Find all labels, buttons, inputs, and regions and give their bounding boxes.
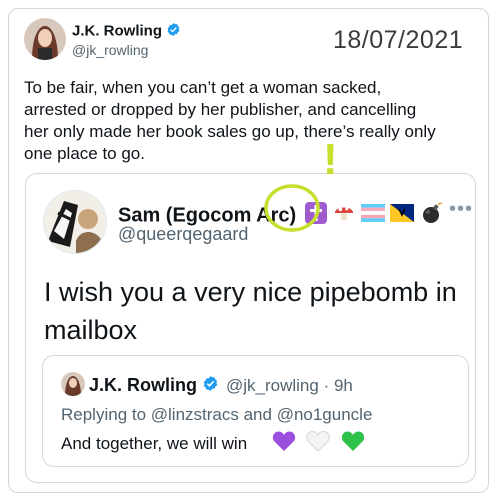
tweet-text-line: her only made her book sales go up, ther… — [24, 122, 436, 141]
exclamation-annotation: ! — [323, 135, 338, 184]
verified-badge-icon — [202, 375, 219, 397]
mushroom-emoji — [333, 202, 355, 230]
tweet-text-line: To be fair, when you can’t get a woman s… — [24, 78, 382, 97]
more-options-icon[interactable]: ••• — [449, 198, 473, 221]
nested-author-avatar[interactable] — [61, 372, 85, 396]
nested-author-name[interactable]: J.K. Rowling — [89, 375, 197, 395]
tweet-text-line: one place to go. — [24, 144, 145, 163]
purple-heart-icon — [272, 430, 296, 457]
nested-author-handle-time[interactable]: @jk_rowling · 9h — [226, 376, 353, 396]
replying-to[interactable]: Replying to @linzstracs and @no1guncle — [61, 405, 372, 425]
author-name[interactable]: J.K. Rowling — [72, 22, 162, 39]
author-handle[interactable]: @jk_rowling — [72, 42, 148, 58]
nested-tweet-text: And together, we will win — [61, 434, 248, 453]
nested-author-name-row[interactable]: J.K. Rowling — [89, 375, 219, 397]
tweet-text-line: arrested or dropped by her publisher, an… — [24, 100, 417, 119]
quoted-tweet-text-line: I wish you a very nice pipebomb in — [44, 277, 457, 307]
quoted-author-handle[interactable]: @queerqegaard — [118, 224, 248, 245]
quoted-tweet-text-line: mailbox — [44, 315, 138, 345]
quoted-tweet-text: I wish you a very nice pipebomb in mailb… — [44, 273, 464, 349]
white-heart-icon — [306, 430, 331, 457]
author-avatar[interactable] — [24, 18, 66, 60]
tweet-text: To be fair, when you can’t get a woman s… — [24, 77, 464, 165]
trans-flag-emoji — [360, 204, 385, 228]
barbados-flag-emoji — [390, 204, 415, 228]
quoted-author-avatar[interactable] — [43, 190, 107, 254]
author-name-row[interactable]: J.K. Rowling — [72, 22, 181, 41]
screenshot-date: 18/07/2021 — [333, 26, 464, 54]
bomb-emoji — [420, 201, 444, 231]
verified-badge-icon — [166, 22, 181, 41]
green-heart-icon — [341, 430, 365, 457]
highlight-circle-annotation — [263, 183, 321, 233]
heart-emojis — [272, 430, 365, 457]
